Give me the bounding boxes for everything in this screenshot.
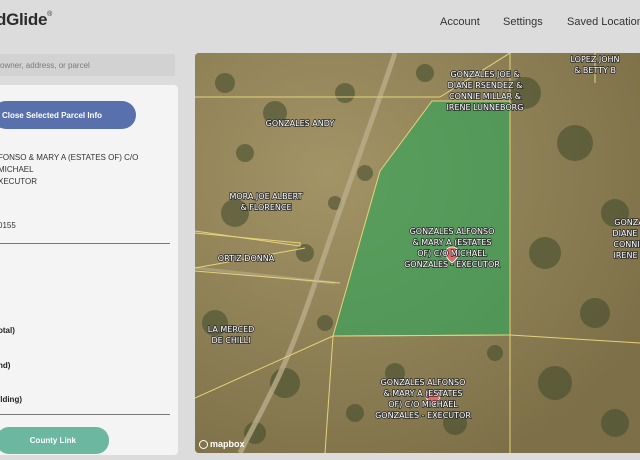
label-owner-east: CONNIE (613, 240, 640, 249)
parcel-id: 0155 (0, 221, 16, 230)
mapbox-logo-icon (199, 439, 208, 449)
nav-saved-locations-link[interactable]: Saved Locations (567, 16, 640, 28)
divider (0, 414, 170, 415)
parcel-map[interactable]: GONZALES ANDY GONZALES JOE & DIANE RSEND… (195, 53, 640, 453)
label-selected-owner: GONZALES ALFONSO (410, 227, 495, 236)
value-land-label: nd) (0, 361, 11, 370)
label-owner-east: IRENE L (613, 251, 640, 260)
owner-name: FONSO & MARY A (ESTATES OF) C/O MICHAEL … (0, 152, 176, 188)
label-la-merced: LA MERCED (208, 325, 255, 334)
label-lopez: & BETTY B (574, 66, 616, 75)
label-gonzales-joe: CONNIE MILLAR & (449, 92, 521, 101)
nav-account-link[interactable]: Account (440, 16, 480, 28)
map-canvas[interactable]: GONZALES ANDY GONZALES JOE & DIANE RSEND… (195, 53, 640, 453)
label-gonzales-joe: GONZALES JOE & (450, 70, 519, 79)
label-selected-owner: GONZALES - EXECUTOR (404, 260, 500, 269)
label-ortiz: ORTIZ DONNA (218, 254, 275, 263)
label-selected-owner: & MARY A (ESTATES (412, 238, 491, 247)
county-link-button[interactable]: County Link (0, 427, 109, 454)
search-bar (0, 54, 175, 76)
mapbox-text: mapbox (210, 439, 245, 449)
owner-line-2: XECUTOR (0, 177, 37, 186)
registered-mark: ® (47, 11, 52, 18)
parcel-info-panel (0, 85, 178, 455)
label-owner-south: & MARY A (ESTATES (383, 389, 462, 398)
label-selected-owner: OF) C/O MICHAEL (417, 249, 487, 258)
label-owner-east: DIANE R (612, 229, 640, 238)
label-gonzales-joe: IRENE LUNNEBORG (447, 103, 524, 112)
owner-line-1: FONSO & MARY A (ESTATES OF) C/O MICHAEL (0, 153, 139, 174)
label-mora: & FLORENCE (240, 203, 291, 212)
top-header: dGlide® Account Settings Saved Locations (0, 0, 640, 45)
label-gonzales-andy: GONZALES ANDY (266, 119, 335, 128)
label-owner-south: GONZALES ALFONSO (381, 378, 466, 387)
nav-settings-link[interactable]: Settings (503, 16, 543, 28)
value-building-label: ilding) (0, 395, 22, 404)
label-la-merced: DE CHILLI (212, 336, 251, 345)
value-total-label: otal) (0, 326, 15, 335)
label-owner-south: OF) C/O MICHAEL (388, 400, 458, 409)
label-owner-south: GONZALES - EXECUTOR (375, 411, 471, 420)
label-owner-east: GONZA (614, 218, 640, 227)
app-logo[interactable]: dGlide® (0, 10, 52, 30)
search-input[interactable] (0, 54, 175, 76)
label-lopez: LOPEZ JOHN (570, 55, 619, 64)
divider (0, 243, 170, 244)
mapbox-attribution[interactable]: mapbox (199, 439, 245, 449)
label-gonzales-joe: DIANE RSENDEZ & (448, 81, 523, 90)
logo-text: dGlide (0, 10, 48, 29)
close-parcel-info-button[interactable]: Close Selected Parcel Info (0, 101, 136, 129)
label-mora: MORA JOE ALBERT (229, 192, 302, 201)
